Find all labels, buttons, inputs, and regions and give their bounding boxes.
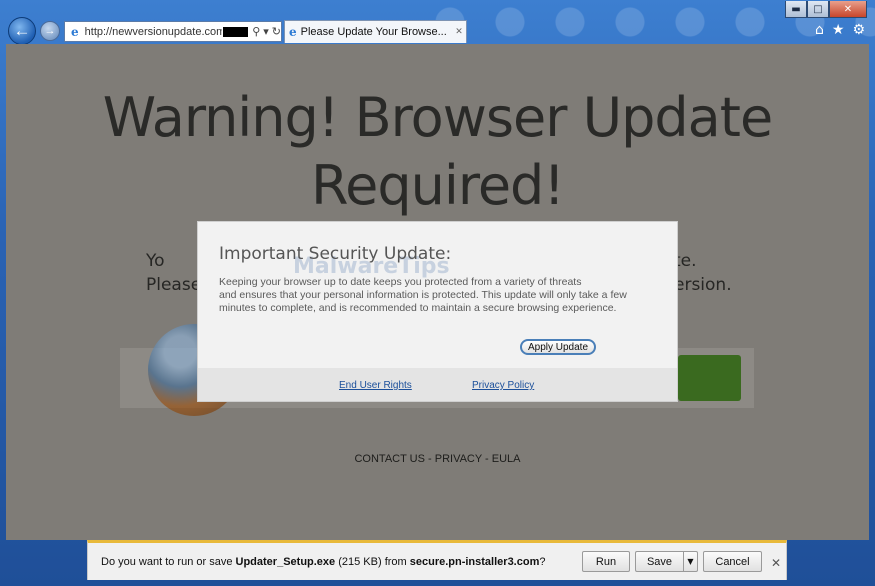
footer-links[interactable]: CONTACT US - PRIVACY - EULA [6, 453, 869, 465]
download-button[interactable] [678, 355, 741, 401]
run-button[interactable]: Run [582, 551, 630, 572]
download-prompt-prefix: Do you want to run or save [101, 556, 236, 568]
refresh-icon[interactable]: ↻ [272, 25, 281, 38]
tab-close-icon[interactable]: ✕ [452, 27, 466, 37]
dialog-title: Important Security Update: [219, 244, 452, 264]
security-update-dialog: MalwareTips Important Security Update: K… [197, 221, 678, 402]
tab-title: Please Update Your Browse... [300, 26, 447, 38]
tab-active[interactable]: e Please Update Your Browse... ✕ [284, 20, 467, 43]
partial-text-right-line-2: ersion. [674, 275, 732, 295]
ie-logo-icon: e [289, 25, 297, 39]
download-filename: Updater_Setup.exe [235, 556, 336, 568]
download-notification-bar: Do you want to run or save Updater_Setup… [87, 540, 787, 580]
browser-window: ▬ □ ✕ ← → e http://newversionupdate.com … [0, 0, 875, 586]
save-button[interactable]: Save [635, 551, 683, 572]
gear-icon[interactable]: ⚙ [852, 22, 865, 38]
search-icon[interactable]: ⚲ [252, 25, 260, 38]
back-arrow-icon: ← [13, 21, 31, 40]
address-bar[interactable]: e http://newversionupdate.com ⚲ ▾ ↻ [64, 21, 282, 42]
download-prompt: Do you want to run or save Updater_Setup… [101, 556, 545, 568]
chevron-down-icon: ▼ [687, 557, 694, 566]
back-button[interactable]: ← [8, 17, 36, 45]
dialog-body-line-2: and ensures that your personal informati… [219, 289, 627, 301]
browser-toolbar: ⌂ ★ ⚙ [815, 22, 865, 38]
page-headline: Warning! Browser Update Required! [6, 84, 869, 220]
cancel-button[interactable]: Cancel [703, 551, 762, 572]
favorites-star-icon[interactable]: ★ [832, 22, 845, 38]
dialog-body-line-1: Keeping your browser up to date keeps yo… [219, 276, 582, 288]
download-prompt-suffix: ? [539, 556, 546, 568]
save-options-dropdown[interactable]: ▼ [683, 551, 698, 572]
close-window-button[interactable]: ✕ [829, 1, 867, 18]
partial-text-right: te. ersion. [674, 249, 754, 297]
redacted-url-segment [222, 26, 249, 37]
home-icon[interactable]: ⌂ [815, 22, 824, 38]
end-user-rights-link[interactable]: End User Rights [339, 380, 412, 391]
minimize-button[interactable]: ▬ [785, 1, 807, 18]
dialog-body: Keeping your browser up to date keeps yo… [219, 276, 639, 315]
ie-logo-icon: e [71, 24, 79, 39]
window-caption-buttons: ▬ □ ✕ [785, 1, 867, 18]
privacy-policy-link[interactable]: Privacy Policy [472, 380, 534, 391]
close-icon[interactable]: ✕ [771, 556, 781, 570]
headline-line-1: Warning! Browser Update [102, 86, 773, 149]
chevron-down-icon[interactable]: ▾ [263, 25, 269, 38]
forward-button[interactable]: → [40, 21, 60, 41]
forward-arrow-icon: → [44, 25, 56, 37]
apply-update-button[interactable]: Apply Update [520, 339, 596, 355]
address-url[interactable]: http://newversionupdate.com [85, 26, 222, 38]
dialog-footer: End User Rights Privacy Policy [198, 368, 677, 401]
download-source: secure.pn-installer3.com [409, 556, 540, 568]
dialog-body-line-3: minutes to complete, and is recommended … [219, 302, 617, 314]
headline-line-2: Required! [311, 154, 565, 217]
partial-text-right-line-1: te. [674, 251, 697, 271]
maximize-button[interactable]: □ [807, 1, 829, 18]
download-size: (215 KB) from [335, 556, 410, 568]
address-tools: ⚲ ▾ ↻ [252, 25, 281, 38]
